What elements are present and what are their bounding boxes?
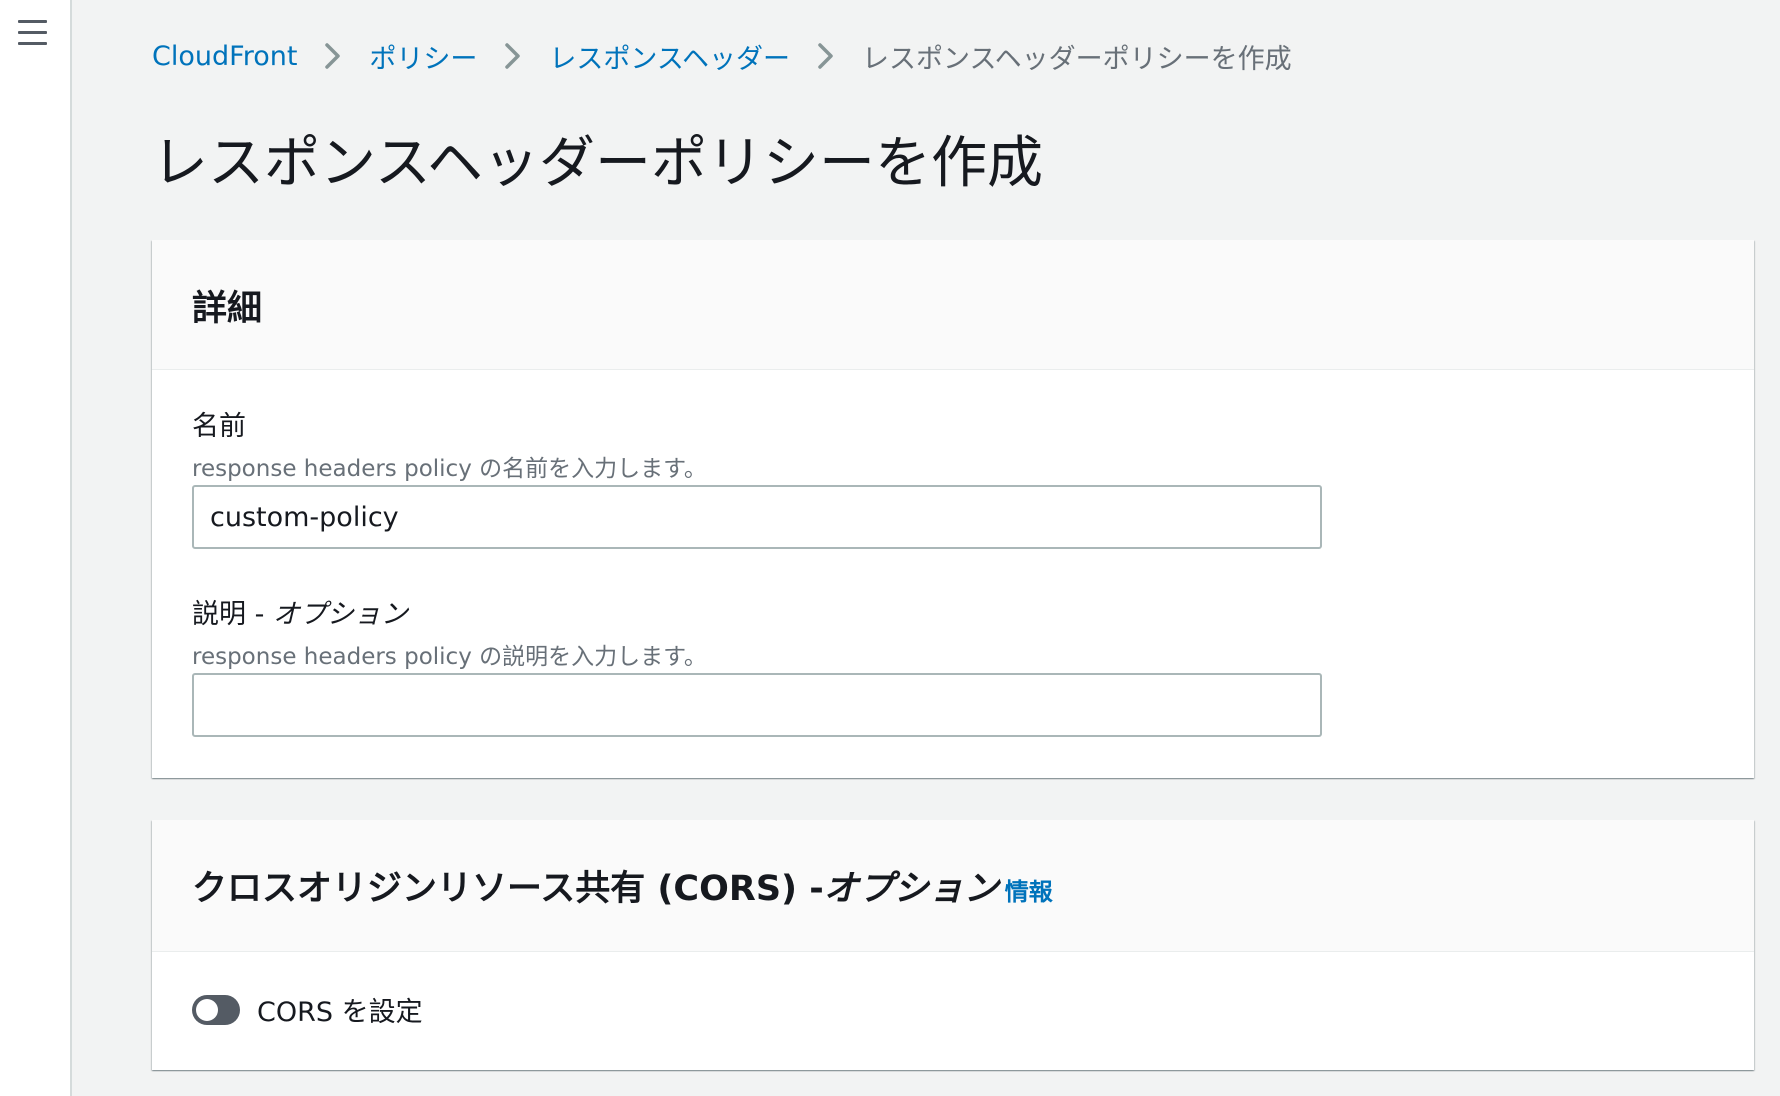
breadcrumb-cloudfront[interactable]: CloudFront: [152, 41, 297, 72]
breadcrumb-policies[interactable]: ポリシー: [369, 37, 477, 76]
breadcrumb: CloudFront ポリシー レスポンスヘッダー レスポンスヘッダーポリシーを…: [152, 34, 1292, 78]
description-input[interactable]: [192, 673, 1322, 737]
name-label: 名前: [192, 411, 246, 442]
description-description: response headers policy の説明を入力します。: [192, 644, 707, 670]
menu-icon[interactable]: [18, 20, 48, 46]
name-description: response headers policy の名前を入力します。: [192, 456, 707, 482]
chevron-right-icon: [313, 34, 351, 78]
page-title: レスポンスヘッダーポリシーを作成: [152, 131, 1043, 196]
toggle-knob: [196, 998, 218, 1021]
main-content: CloudFront ポリシー レスポンスヘッダー レスポンスヘッダーポリシーを…: [72, 0, 1780, 1096]
cors-toggle[interactable]: [192, 994, 240, 1025]
info-link[interactable]: 情報: [1005, 878, 1053, 906]
details-panel: 詳細 名前 response headers policy の名前を入力します。…: [152, 240, 1754, 778]
chevron-right-icon: [493, 34, 531, 78]
description-label: 説明 - オプション: [192, 592, 408, 631]
details-title: 詳細: [192, 289, 263, 329]
name-input[interactable]: [192, 485, 1322, 549]
cors-panel: クロスオリジンリソース共有 (CORS) -オプション 情報 CORS を設定: [152, 820, 1754, 1070]
breadcrumb-response-headers[interactable]: レスポンスヘッダー: [549, 37, 790, 76]
cors-toggle-label: CORS を設定: [257, 997, 423, 1028]
cors-title: クロスオリジンリソース共有 (CORS) -オプション 情報: [192, 860, 1053, 911]
cors-panel-header: クロスオリジンリソース共有 (CORS) -オプション 情報: [152, 820, 1754, 952]
cors-toggle-row: CORS を設定: [192, 990, 423, 1029]
cors-title-text: クロスオリジンリソース共有 (CORS) -: [192, 869, 824, 909]
optional-label: オプション: [272, 599, 408, 630]
chevron-right-icon: [806, 34, 844, 78]
side-navigation: [0, 0, 72, 1096]
description-label-text: 説明 -: [192, 599, 273, 630]
details-panel-header: 詳細: [152, 240, 1754, 370]
breadcrumb-current: レスポンスヘッダーポリシーを作成: [862, 43, 1292, 75]
cors-optional-label: オプション: [823, 869, 999, 909]
